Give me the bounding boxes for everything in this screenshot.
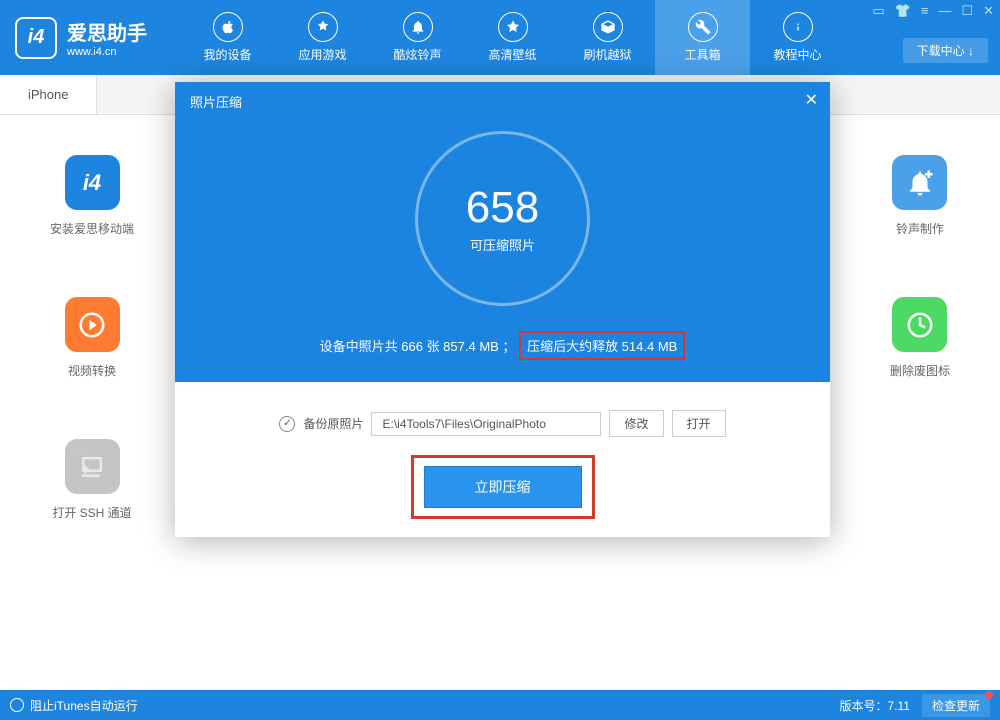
nav-wallpapers[interactable]: 高清壁纸 — [465, 0, 560, 75]
compress-count-circle: 658 可压缩照片 — [415, 131, 590, 306]
tool-label: 删除废图标 — [890, 362, 950, 379]
nav-label: 教程中心 — [773, 46, 821, 63]
logo-zh: 爱思助手 — [67, 17, 147, 46]
skin-icon[interactable]: 👕 — [895, 3, 911, 19]
box-icon — [593, 12, 623, 42]
clock-icon — [892, 297, 947, 352]
backup-label: 备份原照片 — [303, 415, 363, 432]
tool-video-convert[interactable]: 视频转换 — [50, 297, 134, 379]
photo-info-line: 设备中照片共 666 张 857.4 MB ； 压缩后大约释放 514.4 MB — [175, 331, 830, 360]
release-size-highlight: 压缩后大约释放 514.4 MB — [519, 331, 685, 360]
main-nav: 我的设备 应用游戏 酷炫铃声 高清壁纸 刷机越狱 工具箱 教程中心 — [180, 0, 845, 75]
itunes-block-label[interactable]: 阻止iTunes自动运行 — [30, 697, 138, 714]
bell-plus-icon — [892, 155, 947, 210]
open-path-button[interactable]: 打开 — [672, 410, 726, 437]
download-center-button[interactable]: 下载中心 ↓ — [903, 38, 988, 63]
backup-row: ✓ 备份原照片 E:\i4Tools7\Files\OriginalPhoto … — [195, 410, 810, 437]
nav-label: 酷炫铃声 — [393, 46, 441, 63]
logo-badge: i4 — [15, 17, 57, 59]
app-header: i4 爱思助手 www.i4.cn 我的设备 应用游戏 酷炫铃声 高清壁纸 刷机… — [0, 0, 1000, 75]
compress-count-label: 可压缩照片 — [470, 235, 535, 254]
photo-compress-modal: 照片压缩 ✕ 658 可压缩照片 设备中照片共 666 张 857.4 MB ；… — [175, 82, 830, 537]
logo-en: www.i4.cn — [67, 46, 147, 58]
logo-area: i4 爱思助手 www.i4.cn — [0, 17, 180, 59]
backup-path-input[interactable]: E:\i4Tools7\Files\OriginalPhoto — [371, 412, 601, 436]
nav-label: 刷机越狱 — [583, 46, 631, 63]
photo-info-prefix: 设备中照片共 666 张 857.4 MB ； — [320, 339, 516, 354]
modal-close-button[interactable]: ✕ — [805, 90, 818, 110]
version-label: 版本号：7.11 — [840, 697, 910, 714]
tool-label: 安装爱思移动端 — [50, 220, 134, 237]
nav-label: 高清壁纸 — [488, 46, 536, 63]
nav-ringtones[interactable]: 酷炫铃声 — [370, 0, 465, 75]
tool-label: 视频转换 — [68, 362, 116, 379]
right-tools-column: 铃声制作 删除废图标 — [890, 155, 950, 521]
tool-label: 铃声制作 — [896, 220, 944, 237]
check-update-button[interactable]: 检查更新 — [922, 694, 990, 717]
window-controls: ▭ 👕 ≡ — ☐ ✕ — [872, 3, 994, 19]
tool-install-mobile[interactable]: i4 安装爱思移动端 — [50, 155, 134, 237]
image-icon — [498, 12, 528, 42]
compress-count: 658 — [466, 183, 539, 233]
footer-left: 阻止iTunes自动运行 — [10, 697, 138, 714]
close-icon[interactable]: ✕ — [983, 3, 994, 19]
nav-tutorials[interactable]: 教程中心 — [750, 0, 845, 75]
nav-label: 工具箱 — [684, 46, 720, 63]
bell-icon — [403, 12, 433, 42]
tool-ringtone-maker[interactable]: 铃声制作 — [890, 155, 950, 237]
modal-body: ✓ 备份原照片 E:\i4Tools7\Files\OriginalPhoto … — [175, 382, 830, 547]
backup-checkbox[interactable]: ✓ — [279, 416, 295, 432]
nav-my-device[interactable]: 我的设备 — [180, 0, 275, 75]
i4-icon: i4 — [65, 155, 120, 210]
apple-icon — [213, 12, 243, 42]
modal-title: 照片压缩 — [175, 82, 830, 121]
nav-toolbox[interactable]: 工具箱 — [655, 0, 750, 75]
modal-head: 照片压缩 ✕ 658 可压缩照片 设备中照片共 666 张 857.4 MB ；… — [175, 82, 830, 382]
terminal-icon: SSH — [65, 439, 120, 494]
tab-iphone[interactable]: iPhone — [0, 75, 97, 114]
tools-icon — [688, 12, 718, 42]
play-icon — [65, 297, 120, 352]
left-tools-column: i4 安装爱思移动端 视频转换 SSH 打开 SSH 通道 — [50, 155, 134, 521]
compress-now-button[interactable]: 立即压缩 — [424, 466, 582, 508]
footer-right: 版本号：7.11 检查更新 — [840, 694, 990, 717]
info-icon — [783, 12, 813, 42]
update-notification-dot — [985, 691, 993, 699]
tool-delete-invalid-icons[interactable]: 删除废图标 — [890, 297, 950, 379]
logo-text: 爱思助手 www.i4.cn — [67, 17, 147, 58]
appstore-icon — [308, 12, 338, 42]
compress-button-highlight: 立即压缩 — [411, 455, 595, 519]
nav-label: 我的设备 — [203, 46, 251, 63]
update-label: 检查更新 — [932, 699, 980, 713]
nav-label: 应用游戏 — [298, 46, 346, 63]
minimize-icon[interactable]: — — [938, 3, 951, 19]
modify-path-button[interactable]: 修改 — [609, 410, 663, 437]
status-bar: 阻止iTunes自动运行 版本号：7.11 检查更新 — [0, 690, 1000, 720]
maximize-icon[interactable]: ☐ — [961, 3, 973, 19]
menu-icon[interactable]: ≡ — [921, 3, 929, 19]
nav-flash-jailbreak[interactable]: 刷机越狱 — [560, 0, 655, 75]
itunes-toggle-icon[interactable] — [10, 698, 24, 712]
nav-app-games[interactable]: 应用游戏 — [275, 0, 370, 75]
tool-ssh-tunnel[interactable]: SSH 打开 SSH 通道 — [50, 439, 134, 521]
tool-label: 打开 SSH 通道 — [52, 504, 131, 521]
feedback-icon[interactable]: ▭ — [872, 3, 884, 19]
